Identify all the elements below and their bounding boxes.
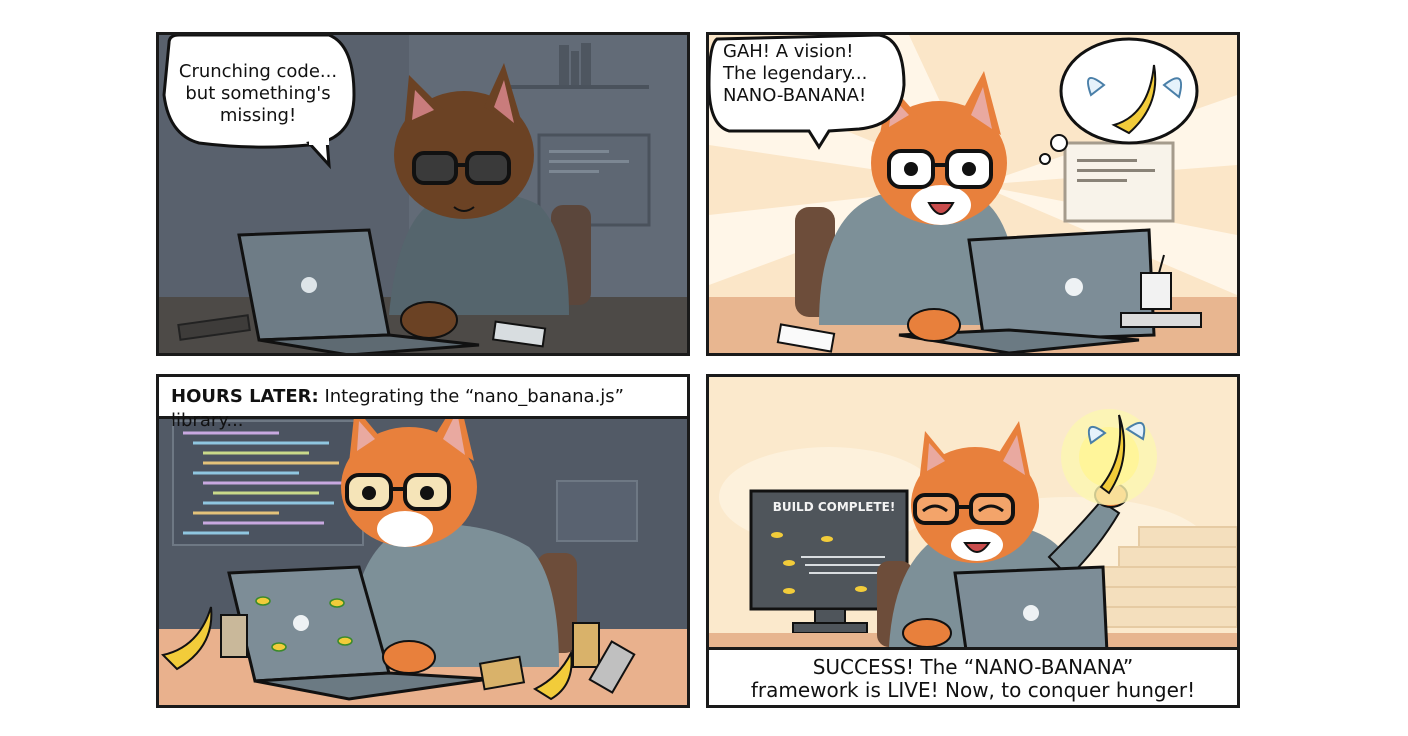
comic-panel-4: BUILD COMPLETE! SUCCESS! The “NANO-BANAN… xyxy=(706,374,1240,708)
speech-line-2: The legendary... xyxy=(723,63,868,84)
monitor-build-complete: BUILD COMPLETE! xyxy=(772,500,896,514)
comic-panel-1: Crunching code... but something's missin… xyxy=(156,32,690,356)
comic-panel-2: GAH! A vision! The legendary... NANO-BAN… xyxy=(706,32,1240,356)
caption-success: SUCCESS! The “NANO-BANANA” framework is … xyxy=(709,647,1237,705)
caption-hours-later: HOURS LATER: Integrating the “nano_banan… xyxy=(159,377,687,431)
speech-bubble-1: Crunching code... but something's missin… xyxy=(178,61,338,126)
caption-line-1: SUCCESS! The “NANO-BANANA” xyxy=(812,655,1134,679)
caption-bold: HOURS LATER: xyxy=(171,386,319,407)
comic-panel-3: HOURS LATER: Integrating the “nano_banan… xyxy=(156,374,690,708)
speech-line-1: GAH! A vision! xyxy=(723,41,854,62)
caption-line-2: framework is LIVE! Now, to conquer hunge… xyxy=(750,678,1196,702)
speech-bubble-2: GAH! A vision! The legendary... NANO-BAN… xyxy=(723,41,903,107)
speech-line-3: NANO-BANANA! xyxy=(723,85,867,106)
